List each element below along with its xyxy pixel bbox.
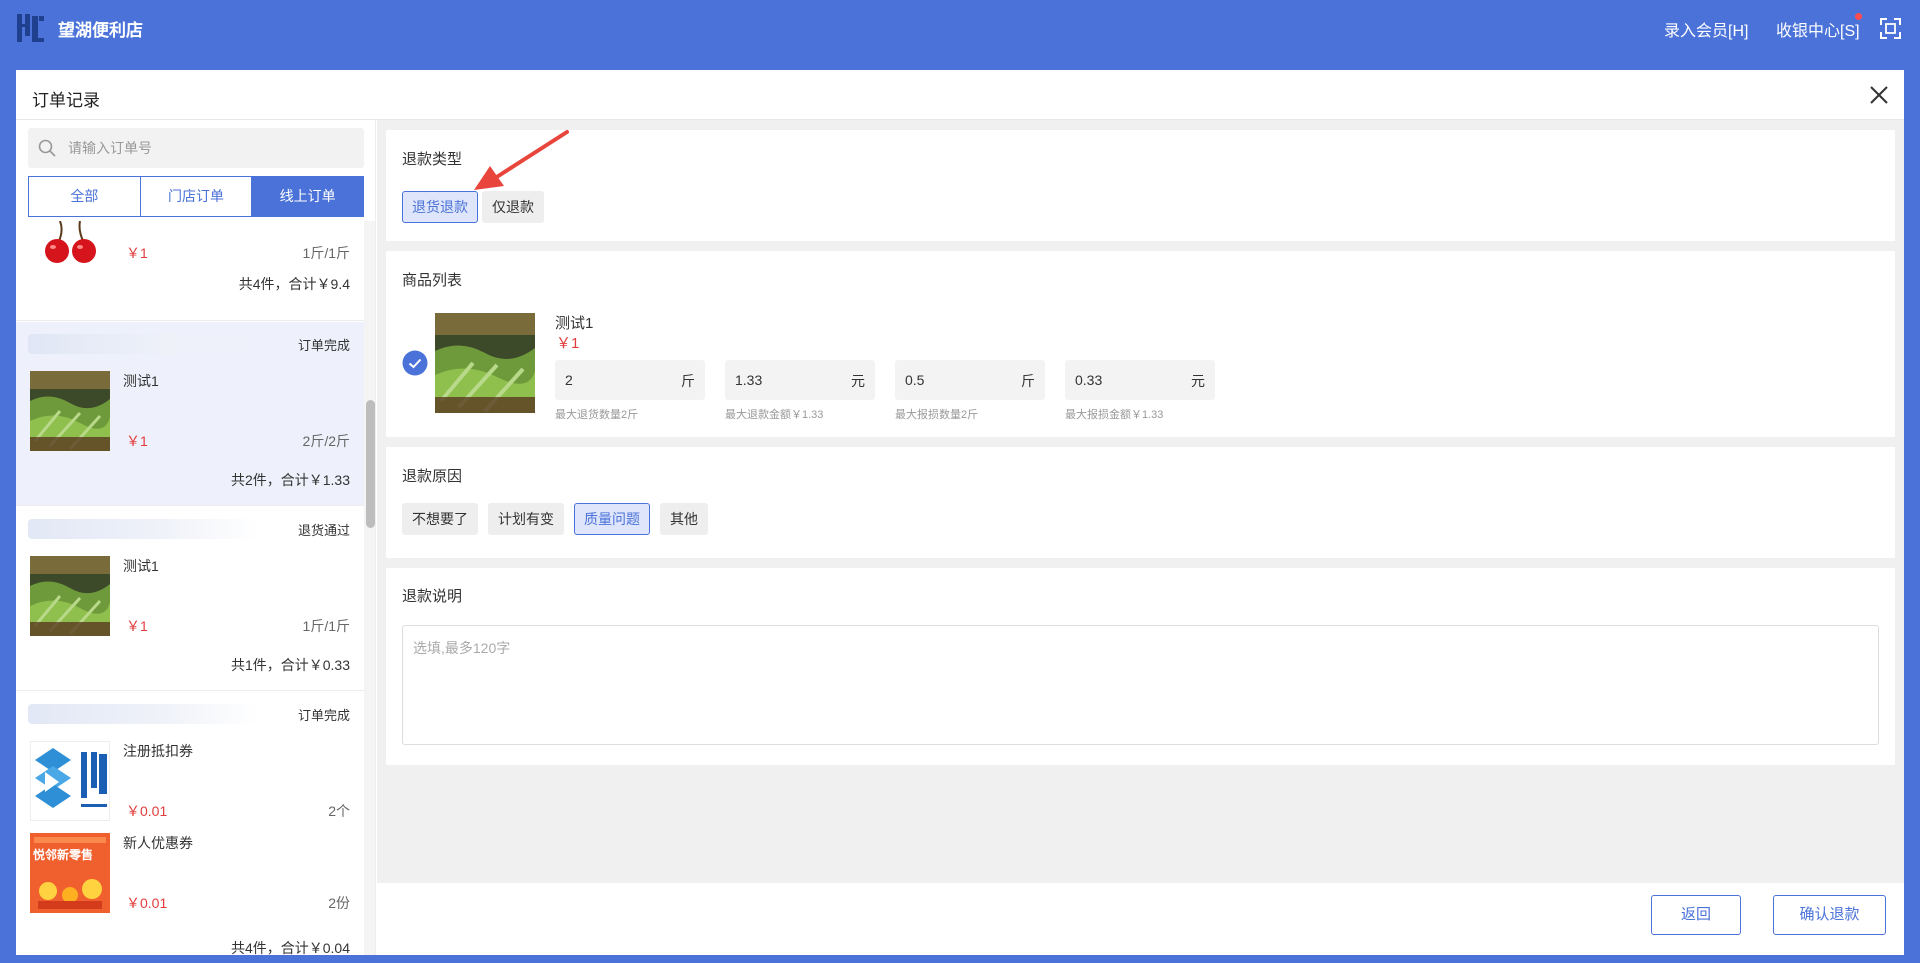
order-number-blurred: [28, 334, 258, 354]
order-list[interactable]: ￥1 1斤/1斤 共4件，合计￥9.4 订单完成 测试1 ￥1 2斤/2斤 共2…: [16, 221, 364, 955]
order-records-modal: 订单记录 全部 门店订单 线上订单: [16, 70, 1904, 955]
item-quantity: 2份: [328, 895, 350, 911]
refund-type-title: 退款类型: [402, 151, 463, 168]
order-type-tabs: 全部 门店订单 线上订单: [28, 176, 364, 217]
modal-footer: 返回 确认退款: [377, 883, 1904, 955]
order-card[interactable]: 退货通过 测试1 ￥1 1斤/1斤 共1件，合计￥0.33: [16, 507, 364, 691]
reason-plan-changed[interactable]: 计划有变: [488, 503, 564, 535]
refund-type-return-and-refund[interactable]: 退货退款: [402, 191, 478, 223]
scrollbar-thumb[interactable]: [366, 400, 375, 528]
reason-other[interactable]: 其他: [660, 503, 708, 535]
cherry-image: [30, 221, 110, 266]
reason-dont-want[interactable]: 不想要了: [402, 503, 478, 535]
item-name: 新人优惠券: [123, 835, 193, 851]
refund-note-textarea[interactable]: [402, 625, 1879, 745]
tab-store-orders[interactable]: 门店订单: [140, 177, 253, 216]
item-price: ￥0.01: [126, 803, 168, 819]
loss-amount-hint: 最大报损金额￥1.33: [1065, 409, 1164, 421]
modal-header: 订单记录: [16, 70, 1904, 120]
vegetables-image: [30, 371, 110, 451]
order-number-blurred: [28, 519, 258, 539]
close-icon[interactable]: [1868, 84, 1890, 106]
return-quantity-field: 斤: [555, 360, 705, 400]
order-total: 共2件，合计￥1.33: [230, 472, 350, 488]
member-entry-link[interactable]: 录入会员[H]: [1664, 17, 1748, 41]
order-card[interactable]: 订单完成 测试1 ￥1 2斤/2斤 共2件，合计￥1.33: [16, 322, 364, 506]
product-checked-icon[interactable]: [402, 350, 428, 376]
refund-reason-title: 退款原因: [402, 468, 463, 485]
refund-amount-field: 元: [725, 360, 875, 400]
coupon-logo-image: [30, 741, 110, 821]
item-quantity: 2个: [328, 803, 350, 819]
product-image: [435, 313, 535, 413]
new-user-coupon-image: 悦邻新零售: [30, 833, 110, 913]
app-logo-icon: [17, 14, 44, 42]
order-total: 共4件，合计￥0.04: [230, 940, 350, 955]
return-quantity-hint: 最大退货数量2斤: [555, 409, 639, 421]
order-search: [28, 128, 364, 168]
item-price: ￥1: [126, 245, 148, 261]
unit-label: 斤: [1021, 373, 1035, 389]
refund-type-refund-only[interactable]: 仅退款: [482, 191, 544, 223]
refund-note-section: 退款说明: [386, 568, 1895, 765]
item-quantity: 2斤/2斤: [302, 433, 350, 449]
item-name: 注册抵扣券: [123, 743, 193, 759]
confirm-refund-button[interactable]: 确认退款: [1773, 895, 1886, 935]
tab-all[interactable]: 全部: [29, 177, 141, 216]
item-price: ￥1: [126, 433, 148, 449]
unit-label: 元: [851, 373, 865, 389]
item-quantity: 1斤/1斤: [302, 618, 350, 634]
loss-quantity-input[interactable]: [905, 360, 1005, 400]
item-name: 测试1: [123, 373, 159, 389]
loss-quantity-hint: 最大报损数量2斤: [895, 409, 979, 421]
tab-online-orders[interactable]: 线上订单: [252, 177, 364, 216]
order-status: 订单完成: [297, 708, 350, 723]
item-price: ￥1: [126, 618, 148, 634]
item-name: 测试1: [123, 558, 159, 574]
modal-title: 订单记录: [32, 91, 100, 110]
order-search-input[interactable]: [68, 128, 358, 168]
fullscreen-icon[interactable]: [1880, 18, 1901, 39]
unit-label: 元: [1191, 373, 1205, 389]
product-list-title: 商品列表: [402, 272, 463, 289]
order-status: 订单完成: [297, 338, 350, 353]
notification-dot: [1855, 13, 1862, 20]
order-number-blurred: [28, 704, 258, 724]
back-button[interactable]: 返回: [1651, 895, 1741, 935]
refund-panel: 退款类型 退货退款 仅退款 商品列表 测试1 ￥1 2 斤 最大退货数量2斤 1…: [377, 120, 1904, 955]
refund-type-section: 退款类型 退货退款 仅退款: [386, 130, 1895, 241]
product-list-section: 商品列表 测试1 ￥1 斤 最大退货数量: [386, 251, 1895, 437]
scrollbar-track[interactable]: [364, 221, 375, 955]
order-total: 共4件，合计￥9.4: [238, 276, 350, 292]
item-quantity: 1斤/1斤: [302, 245, 350, 261]
order-card[interactable]: 订单完成 注册抵扣券 ￥0.01 2个 悦邻新零售 新人优惠券 ￥0.01 2份…: [16, 692, 364, 955]
order-total: 共1件，合计￥0.33: [230, 657, 350, 673]
store-name: 望湖便利店: [58, 21, 143, 40]
return-quantity-input[interactable]: [565, 360, 665, 400]
refund-amount-input[interactable]: [735, 360, 835, 400]
order-list-panel: 全部 门店订单 线上订单 ￥1 1斤/1斤: [16, 120, 376, 955]
cashier-center-link[interactable]: 收银中心[S]: [1776, 17, 1860, 41]
loss-quantity-field: 斤: [895, 360, 1045, 400]
refund-amount-hint: 最大退款金额￥1.33: [725, 409, 824, 421]
loss-amount-field: 元: [1065, 360, 1215, 400]
new-user-coupon-badge: 悦邻新零售: [33, 848, 94, 862]
product-name: 测试1: [555, 315, 594, 332]
order-card[interactable]: ￥1 1斤/1斤 共4件，合计￥9.4: [16, 221, 364, 321]
order-status: 退货通过: [297, 523, 350, 538]
refund-note-title: 退款说明: [402, 588, 463, 605]
vegetables-image: [30, 556, 110, 636]
search-icon: [38, 139, 56, 157]
refund-reason-section: 退款原因 不想要了 计划有变 质量问题 其他: [386, 447, 1895, 558]
loss-amount-input[interactable]: [1075, 360, 1175, 400]
product-price: ￥1: [556, 335, 580, 352]
unit-label: 斤: [681, 373, 695, 389]
top-bar: 望湖便利店 录入会员[H] 收银中心[S]: [0, 0, 1920, 56]
item-price: ￥0.01: [126, 895, 168, 911]
reason-quality-issue[interactable]: 质量问题: [574, 503, 650, 535]
